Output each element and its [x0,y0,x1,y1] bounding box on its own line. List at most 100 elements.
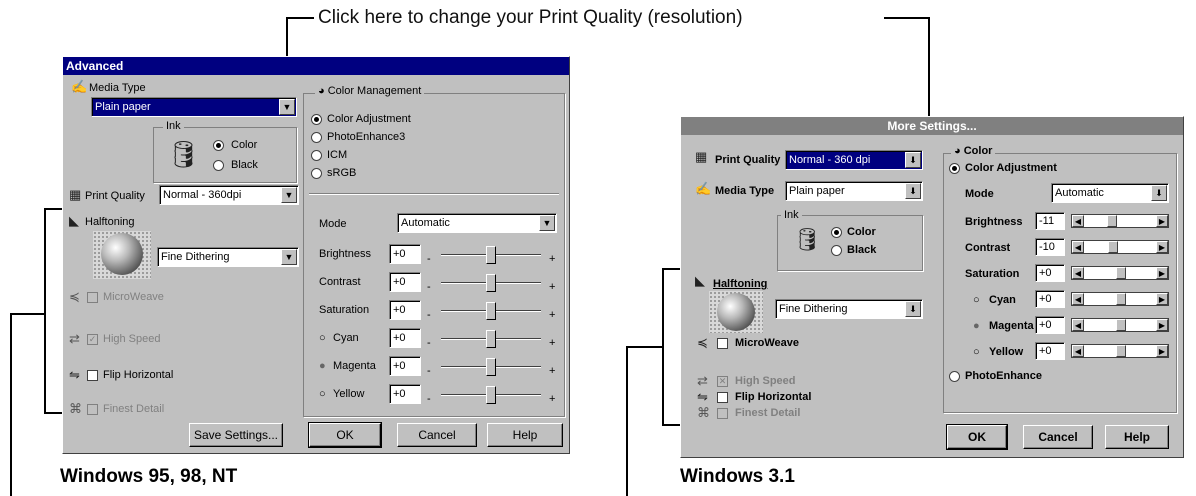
win95-leader-v [10,313,12,496]
w31-mode-select[interactable]: Automatic ⬇ [1051,183,1169,203]
w31-media-type-dropdown-arrow-icon[interactable]: ⬇ [905,183,921,199]
color-management-icon: ◕ [318,85,325,97]
w31-media-type-select[interactable]: Plain paper ⬇ [785,181,923,201]
cancel-button[interactable]: Cancel [397,423,477,447]
w31-flip-horizontal-checkbox[interactable] [717,392,728,403]
w31-brightness-value-field[interactable]: -11 [1035,212,1065,230]
w31-halftoning-dropdown-arrow-icon[interactable]: ⬇ [905,301,921,317]
w31-print-quality-select[interactable]: Normal - 360 dpi ⬇ [785,150,923,170]
media-type-icon: ✍ [71,79,88,94]
w31-saturation-left-arrow-icon[interactable]: ◀ [1072,267,1084,279]
w31-yellow-value-field[interactable]: +0 [1035,342,1065,360]
saturation-minus-marker: - [427,309,431,321]
w31-help-button[interactable]: Help [1105,425,1169,449]
w31-magenta-value-field[interactable]: +0 [1035,316,1065,334]
w31-ink-black-radio[interactable] [831,245,842,256]
w31-contrast-scrollbar[interactable]: ◀ ▶ [1071,240,1169,254]
media-type-select[interactable]: Plain paper ▼ [91,97,297,117]
w31-brightness-left-arrow-icon[interactable]: ◀ [1072,215,1084,227]
w31-high-speed-checkbox[interactable]: ✕ [717,376,728,387]
help-button[interactable]: Help [487,423,563,447]
w31-print-quality-dropdown-arrow-icon[interactable]: ⬇ [905,152,921,168]
cyan-value-field[interactable]: +0 [389,328,421,348]
w31-cyan-scrollbar[interactable]: ◀ ▶ [1071,292,1169,306]
w31-ok-button[interactable]: OK [946,424,1008,450]
w31-halftoning-label: Halftoning [713,278,768,290]
ok-button[interactable]: OK [308,422,382,448]
w31-magenta-thumb[interactable] [1116,319,1126,331]
ink-color-label: Color [231,139,258,151]
yellow-slider-thumb[interactable] [486,386,496,404]
w31-saturation-scrollbar[interactable]: ◀ ▶ [1071,266,1169,280]
w31-halftoning-select[interactable]: Fine Dithering ⬇ [775,299,923,319]
magenta-plus-marker: + [549,365,556,377]
contrast-slider-thumb[interactable] [486,274,496,292]
flip-horizontal-checkbox[interactable] [87,370,98,381]
halftoning-select[interactable]: Fine Dithering ▼ [157,247,299,267]
brightness-value-field[interactable]: +0 [389,244,421,264]
media-type-dropdown-arrow-icon[interactable]: ▼ [279,99,295,115]
w31-contrast-thumb[interactable] [1108,241,1118,253]
w31-magenta-scrollbar[interactable]: ◀ ▶ [1071,318,1169,332]
magenta-slider-thumb[interactable] [486,358,496,376]
halftoning-dropdown-arrow-icon[interactable]: ▼ [281,249,297,265]
magenta-label: Magenta [333,360,376,372]
save-settings-button[interactable]: Save Settings... [189,423,283,447]
w31-ink-color-radio[interactable] [831,227,842,238]
w31-cyan-left-arrow-icon[interactable]: ◀ [1072,293,1084,305]
w31-brightness-scrollbar[interactable]: ◀ ▶ [1071,214,1169,228]
halftoning-ball-icon [101,233,143,275]
w31-microweave-checkbox[interactable] [717,338,728,349]
w31-contrast-left-arrow-icon[interactable]: ◀ [1072,241,1084,253]
w31-contrast-value-field[interactable]: -10 [1035,238,1065,256]
color-adjustment-radio[interactable] [311,114,322,125]
saturation-slider-thumb[interactable] [486,302,496,320]
saturation-value-field[interactable]: +0 [389,300,421,320]
w31-cancel-button[interactable]: Cancel [1023,425,1093,449]
w31-yellow-left-arrow-icon[interactable]: ◀ [1072,345,1084,357]
contrast-value-field[interactable]: +0 [389,272,421,292]
w31-magenta-left-arrow-icon[interactable]: ◀ [1072,319,1084,331]
w31-cyan-thumb[interactable] [1116,293,1126,305]
photoenhance-radio[interactable] [311,132,322,143]
yellow-value-field[interactable]: +0 [389,384,421,404]
w31-finest-detail-checkbox[interactable] [717,408,728,419]
w31-contrast-right-arrow-icon[interactable]: ▶ [1156,241,1168,253]
mode-dropdown-arrow-icon[interactable]: ▼ [539,215,555,231]
color-management-header: ◕ Color Management [315,85,425,98]
w31-cyan-value-field[interactable]: +0 [1035,290,1065,308]
w31-finest-detail-label: Finest Detail [735,407,801,419]
w31-photoenhance-radio[interactable] [949,371,960,382]
w31-magenta-right-arrow-icon[interactable]: ▶ [1156,319,1168,331]
w31-mode-label: Mode [965,188,994,200]
w31-yellow-thumb[interactable] [1116,345,1126,357]
cyan-slider-thumb[interactable] [486,330,496,348]
mode-select[interactable]: Automatic ▼ [397,213,557,233]
print-quality-select[interactable]: Normal - 360dpi ▼ [159,185,299,205]
microweave-checkbox[interactable] [87,292,98,303]
ink-cartridge-icon: 🛢 [167,139,201,169]
finest-detail-checkbox[interactable] [87,404,98,415]
icm-radio[interactable] [311,150,322,161]
w31-brightness-label: Brightness [965,216,1023,228]
color-adjustment-label: Color Adjustment [327,113,411,125]
w31-saturation-value-field[interactable]: +0 [1035,264,1065,282]
w31-saturation-right-arrow-icon[interactable]: ▶ [1156,267,1168,279]
contrast-label: Contrast [319,276,361,288]
w31-yellow-right-arrow-icon[interactable]: ▶ [1156,345,1168,357]
high-speed-checkbox[interactable]: ✓ [87,334,98,345]
w31-brightness-thumb[interactable] [1107,215,1117,227]
print-quality-dropdown-arrow-icon[interactable]: ▼ [281,187,297,203]
w31-cyan-right-arrow-icon[interactable]: ▶ [1156,293,1168,305]
ink-black-radio[interactable] [213,160,224,171]
brightness-slider-thumb[interactable] [486,246,496,264]
srgb-radio[interactable] [311,168,322,179]
w31-microweave-icon: ≼ [697,335,708,350]
w31-mode-dropdown-arrow-icon[interactable]: ⬇ [1151,185,1167,201]
ink-color-radio[interactable] [213,140,224,151]
magenta-value-field[interactable]: +0 [389,356,421,376]
w31-brightness-right-arrow-icon[interactable]: ▶ [1156,215,1168,227]
w31-yellow-scrollbar[interactable]: ◀ ▶ [1071,344,1169,358]
w31-color-adjustment-radio[interactable] [949,163,960,174]
w31-saturation-thumb[interactable] [1116,267,1126,279]
